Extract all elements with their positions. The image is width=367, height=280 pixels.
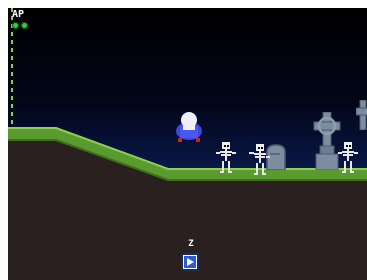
skeleton-sprite xyxy=(338,142,358,173)
play-arrow-icon xyxy=(184,256,196,268)
action-key-label: Z xyxy=(188,239,194,249)
celtic-cross-grave xyxy=(356,100,367,130)
skeleton-sprite xyxy=(216,142,236,173)
game-viewport: AP Z xyxy=(8,8,367,280)
action-button[interactable] xyxy=(181,253,199,271)
skeleton-sprite xyxy=(249,144,270,175)
ghost-hero-sprite xyxy=(176,112,202,142)
